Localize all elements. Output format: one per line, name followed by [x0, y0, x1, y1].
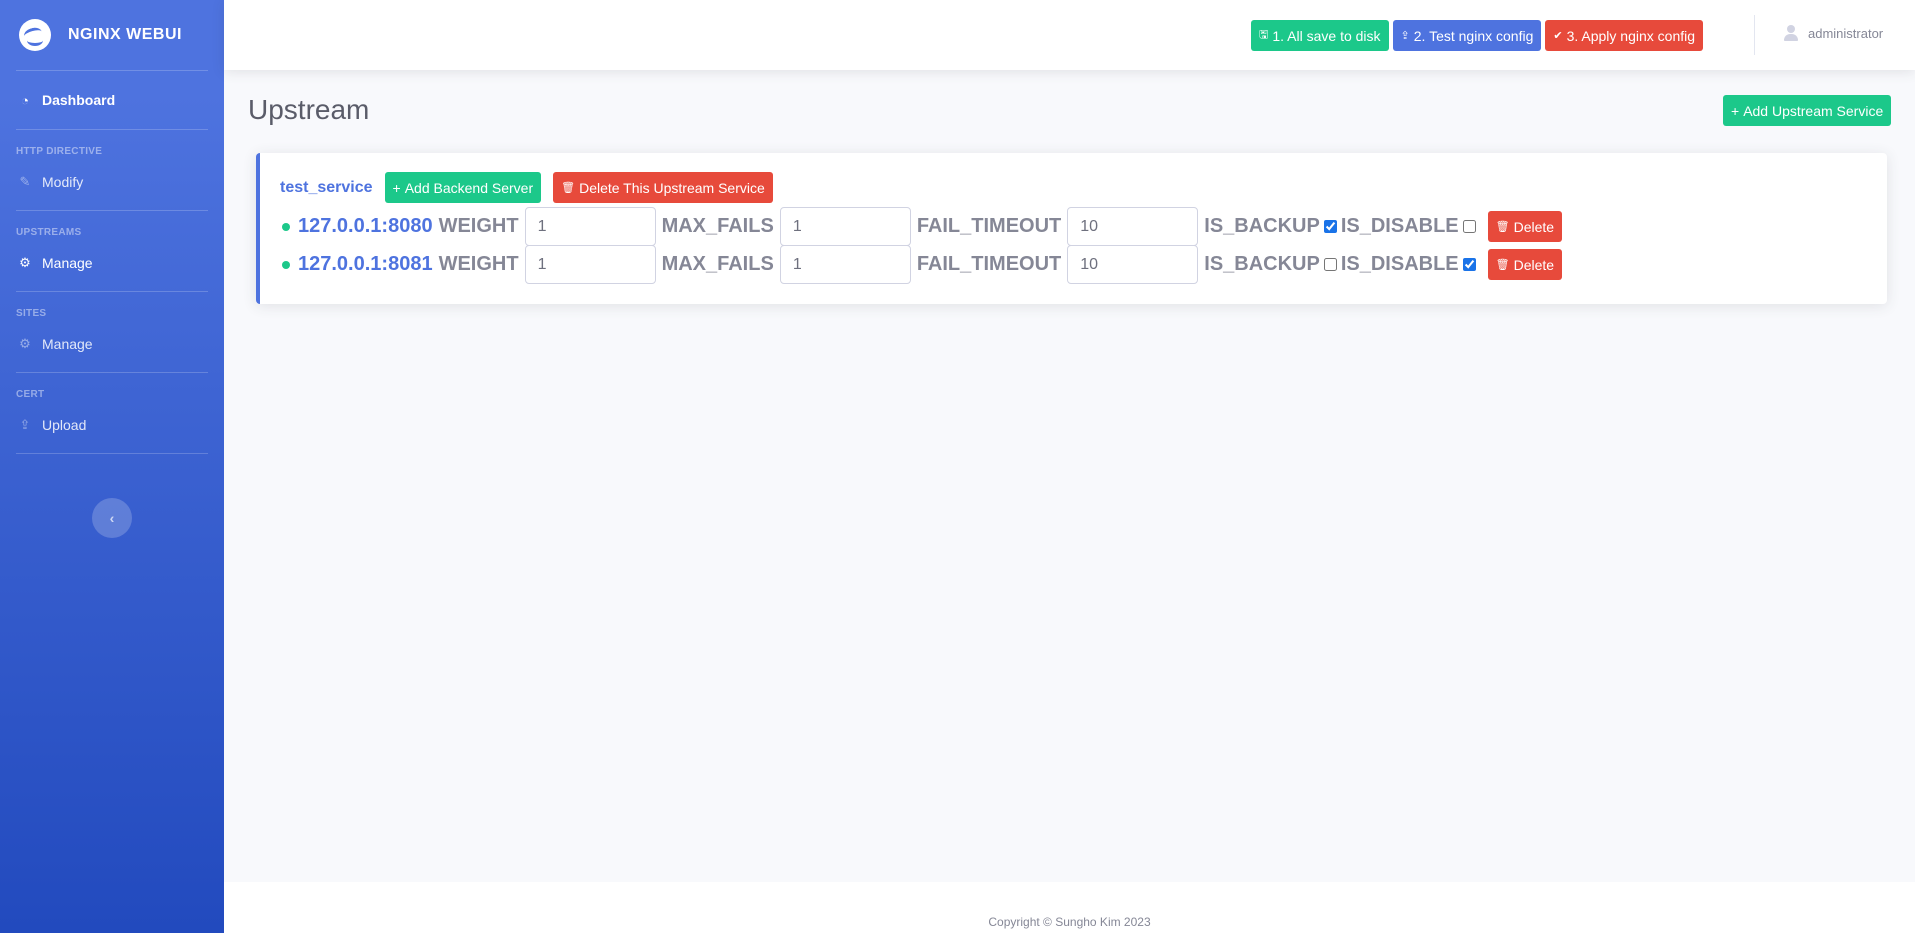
add-backend-server-label: Add Backend Server — [404, 179, 534, 196]
check-icon: ✔ — [1553, 30, 1563, 42]
user-menu[interactable]: administrator — [1784, 25, 1883, 41]
is-disable-label: IS_DISABLE — [1340, 253, 1459, 275]
max-fails-input[interactable] — [779, 207, 911, 246]
upstream-service-name[interactable]: test_service — [280, 179, 373, 197]
save-to-disk-label: 1. All save to disk — [1272, 27, 1381, 44]
delete-server-button[interactable]: 🗑 Delete — [1487, 211, 1563, 242]
plus-icon: + — [392, 179, 401, 196]
server-address: 127.0.0.1:8080 — [298, 215, 433, 237]
is-backup-checkbox[interactable] — [1323, 258, 1337, 271]
delete-server-button[interactable]: 🗑 Delete — [1487, 249, 1563, 280]
trash-icon: 🗑 — [1495, 221, 1510, 233]
chevron-left-icon: ‹ — [109, 510, 115, 526]
plus-icon: + — [1731, 102, 1740, 119]
backend-server-row: 127.0.0.1:8081 WEIGHT MAX_FAILS FAIL_TIM… — [282, 245, 1563, 284]
brand[interactable]: NGINX WEBUI — [0, 0, 224, 70]
topbar: 🖫 1. All save to disk ⇪ 2. Test nginx co… — [224, 0, 1915, 70]
status-dot-icon — [282, 260, 290, 269]
save-icon: 🖫 — [1259, 29, 1269, 41]
backend-server-row: 127.0.0.1:8080 WEIGHT MAX_FAILS FAIL_TIM… — [282, 207, 1563, 246]
apply-config-label: 3. Apply nginx config — [1566, 27, 1696, 44]
top-actions: 🖫 1. All save to disk ⇪ 2. Test nginx co… — [1251, 20, 1704, 51]
add-upstream-service-button[interactable]: + Add Upstream Service — [1723, 95, 1892, 126]
status-dot-icon — [282, 222, 290, 231]
brand-name: NGINX WEBUI — [68, 26, 182, 43]
upstream-card-header: test_service + Add Backend Server 🗑 Dele… — [280, 172, 773, 203]
trash-icon: 🗑 — [1495, 259, 1510, 271]
weight-input[interactable] — [524, 207, 656, 246]
tachometer-icon: ◔ — [21, 92, 29, 108]
sidebar-item-upload[interactable]: ⇪ Upload — [0, 397, 224, 453]
sidebar-toggle-button[interactable]: ‹ — [92, 498, 132, 538]
upload-icon: ⇪ — [19, 417, 31, 432]
upload-icon: ⇪ — [1400, 30, 1410, 42]
server-address: 127.0.0.1:8081 — [298, 253, 433, 275]
max-fails-input[interactable] — [779, 245, 911, 284]
footer: Copyright © Sungho Kim 2023 — [224, 882, 1915, 933]
is-disable-label: IS_DISABLE — [1340, 215, 1459, 237]
delete-upstream-service-label: Delete This Upstream Service — [579, 179, 765, 196]
delete-server-label: Delete — [1513, 218, 1555, 235]
is-disable-checkbox[interactable] — [1462, 258, 1476, 271]
weight-label: WEIGHT — [438, 215, 519, 237]
sidebar-item-upstreams-manage[interactable]: ⚙ Manage — [0, 235, 224, 291]
sidebar-item-label: Manage — [42, 255, 93, 271]
test-config-label: 2. Test nginx config — [1413, 27, 1534, 44]
is-backup-label: IS_BACKUP — [1204, 253, 1320, 275]
sidebar-item-modify[interactable]: ✎ Modify — [0, 154, 224, 210]
edit-icon: ✎ — [19, 174, 31, 189]
delete-upstream-service-button[interactable]: 🗑 Delete This Upstream Service — [553, 172, 773, 203]
save-to-disk-button[interactable]: 🖫 1. All save to disk — [1251, 20, 1389, 51]
add-backend-server-button[interactable]: + Add Backend Server — [384, 172, 542, 203]
gear-icon: ⚙ — [19, 255, 31, 270]
gear-icon: ⚙ — [19, 336, 31, 351]
sidebar: NGINX WEBUI ◔ Dashboard HTTP DIRECTIVE ✎… — [0, 0, 224, 933]
upstream-card: test_service + Add Backend Server 🗑 Dele… — [256, 153, 1887, 304]
weight-input[interactable] — [524, 245, 656, 284]
max-fails-label: MAX_FAILS — [661, 253, 774, 275]
max-fails-label: MAX_FAILS — [661, 215, 774, 237]
add-upstream-service-label: Add Upstream Service — [1743, 102, 1884, 119]
brand-logo-icon — [19, 19, 51, 51]
is-backup-checkbox[interactable] — [1323, 220, 1337, 233]
is-backup-label: IS_BACKUP — [1204, 215, 1320, 237]
apply-config-button[interactable]: ✔ 3. Apply nginx config — [1545, 20, 1704, 51]
user-name: administrator — [1808, 25, 1884, 41]
topbar-divider — [1754, 15, 1755, 55]
weight-label: WEIGHT — [438, 253, 519, 275]
user-icon — [1784, 25, 1798, 41]
fail-timeout-input[interactable] — [1067, 245, 1199, 284]
sidebar-item-label: Manage — [42, 336, 93, 352]
trash-icon: 🗑 — [561, 182, 576, 194]
fail-timeout-input[interactable] — [1067, 207, 1199, 246]
sidebar-item-sites-manage[interactable]: ⚙ Manage — [0, 316, 224, 372]
is-disable-checkbox[interactable] — [1462, 220, 1476, 233]
page-title: Upstream — [248, 94, 370, 125]
sidebar-divider — [16, 453, 208, 454]
copyright-text: Copyright © Sungho Kim 2023 — [988, 915, 1151, 929]
test-config-button[interactable]: ⇪ 2. Test nginx config — [1392, 20, 1542, 51]
sidebar-item-label: Modify — [42, 174, 84, 190]
sidebar-item-dashboard[interactable]: ◔ Dashboard — [0, 71, 224, 129]
fail-timeout-label: FAIL_TIMEOUT — [916, 253, 1062, 275]
sidebar-item-label: Dashboard — [42, 92, 116, 108]
delete-server-label: Delete — [1513, 256, 1555, 273]
fail-timeout-label: FAIL_TIMEOUT — [916, 215, 1062, 237]
sidebar-item-label: Upload — [42, 417, 87, 433]
